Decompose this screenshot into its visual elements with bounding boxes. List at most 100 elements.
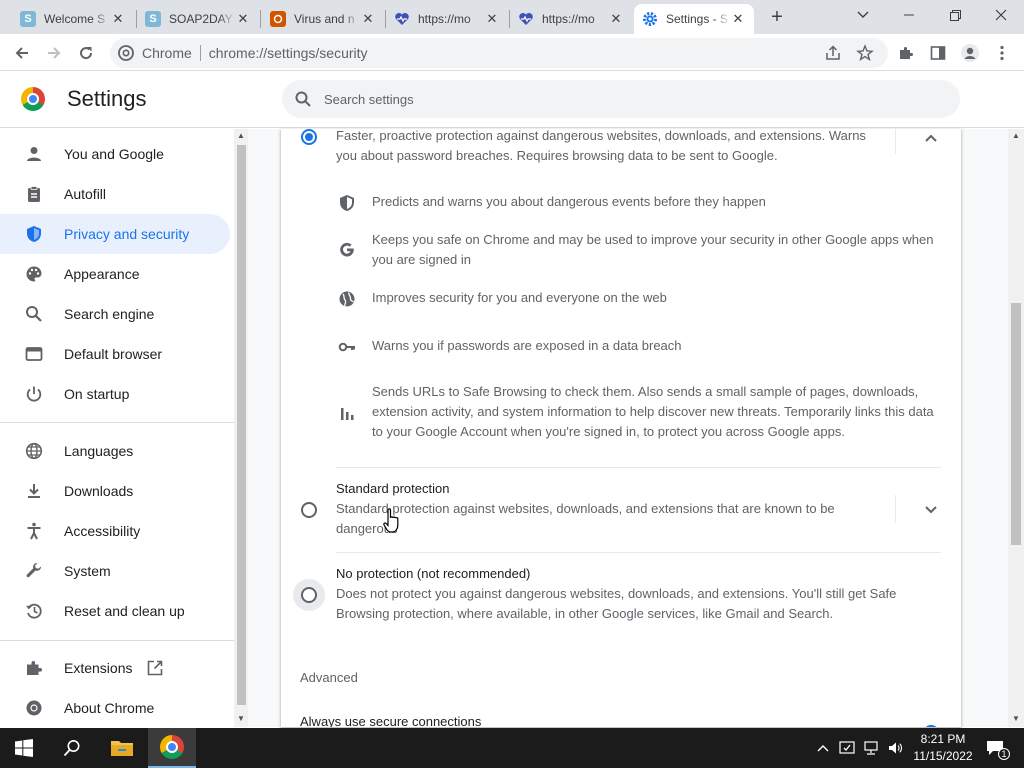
tab-favicon: S: [145, 11, 161, 27]
extensions-button[interactable]: [892, 39, 920, 67]
close-icon[interactable]: ✕: [110, 11, 126, 27]
tab-search-button[interactable]: [840, 0, 886, 30]
browser-icon: [24, 344, 44, 364]
tab-soap2day[interactable]: S SOAP2DAY ✕: [137, 4, 259, 34]
forward-button[interactable]: [40, 39, 68, 67]
chrome-icon: [160, 735, 184, 759]
arrow-right-icon: [48, 47, 61, 59]
security-tray-icon[interactable]: [836, 728, 858, 768]
no-protection-label: No protection (not recommended): [336, 566, 531, 581]
globe-icon: [337, 289, 357, 309]
tab-welcome[interactable]: S Welcome S ✕: [12, 4, 134, 34]
sidebar-item-autofill[interactable]: Autofill: [0, 174, 230, 214]
notification-center-button[interactable]: 1: [982, 728, 1010, 768]
gear-icon: [642, 11, 658, 27]
sidebar-item-label: Default browser: [64, 346, 163, 362]
taskbar-clock[interactable]: 8:21 PM 11/15/2022: [910, 731, 976, 765]
sidebar-item-system[interactable]: System: [0, 551, 230, 591]
bookmark-star-icon[interactable]: [856, 44, 874, 65]
sidebar-item-label: Reset and clean up: [64, 603, 185, 619]
close-icon[interactable]: ✕: [235, 11, 251, 27]
person-icon: [24, 144, 44, 164]
scroll-down-arrow-icon[interactable]: ▼: [1012, 714, 1020, 723]
sidebar-item-label: System: [64, 563, 111, 579]
scrollbar-thumb[interactable]: [1011, 303, 1021, 545]
close-icon[interactable]: ✕: [484, 11, 500, 27]
sidebar-scrollbar[interactable]: ▲ ▼: [234, 129, 248, 727]
notification-count-badge: 1: [998, 748, 1010, 760]
search-icon: [63, 740, 80, 757]
show-hidden-icons-button[interactable]: [812, 728, 834, 768]
sidebar-item-default-browser[interactable]: Default browser: [0, 334, 230, 374]
sidebar-item-label: Extensions: [64, 660, 133, 676]
chrome-icon: [118, 45, 134, 64]
tab-virus[interactable]: Virus and n ✕: [262, 4, 384, 34]
sidebar-item-search-engine[interactable]: Search engine: [0, 294, 230, 334]
chevron-up-icon: [925, 134, 937, 142]
back-button[interactable]: [8, 39, 36, 67]
palette-icon: [24, 264, 44, 284]
address-bar[interactable]: Chrome chrome://settings/security: [110, 38, 888, 68]
key-icon: [337, 337, 357, 357]
tab-title: Virus and n: [294, 12, 355, 26]
expand-button[interactable]: [919, 498, 943, 522]
no-protection-radio[interactable]: [301, 587, 317, 603]
sidebar-item-on-startup[interactable]: On startup: [0, 374, 230, 414]
side-panel-button[interactable]: [924, 39, 952, 67]
tab-https-2[interactable]: https://mo ✕: [510, 4, 632, 34]
sidebar-item-label: Autofill: [64, 186, 107, 202]
minimize-icon: [904, 14, 914, 16]
scrollbar-thumb[interactable]: [237, 145, 246, 705]
close-icon[interactable]: ✕: [360, 11, 376, 27]
sidebar-item-appearance[interactable]: Appearance: [0, 254, 230, 294]
standard-protection-description: Standard protection against websites, do…: [336, 501, 835, 536]
sidebar-item-reset-and-clean-up[interactable]: Reset and clean up: [0, 591, 230, 631]
scroll-down-arrow-icon[interactable]: ▼: [237, 714, 245, 723]
search-settings-box[interactable]: [282, 80, 960, 118]
tab-https-1[interactable]: https://mo ✕: [386, 4, 508, 34]
sidebar-item-languages[interactable]: Languages: [0, 431, 230, 471]
tab-settings[interactable]: Settings - S ✕: [634, 4, 754, 34]
close-icon[interactable]: ✕: [730, 11, 746, 27]
reload-button[interactable]: [72, 39, 100, 67]
start-button[interactable]: [0, 728, 48, 768]
download-icon: [24, 481, 44, 501]
file-explorer-button[interactable]: [98, 728, 146, 768]
secure-connections-toggle[interactable]: [923, 725, 939, 727]
share-icon[interactable]: [824, 44, 842, 65]
shield-icon: [337, 193, 357, 213]
profile-button[interactable]: [956, 39, 984, 67]
sidebar-item-extensions[interactable]: Extensions: [0, 648, 230, 688]
taskbar-search-button[interactable]: [48, 728, 96, 768]
restore-button[interactable]: [932, 0, 978, 30]
sidebar-item-downloads[interactable]: Downloads: [0, 471, 230, 511]
menu-button[interactable]: [988, 39, 1016, 67]
new-tab-button[interactable]: +: [766, 6, 788, 28]
sidebar-item-about-chrome[interactable]: About Chrome: [0, 688, 230, 728]
network-icon[interactable]: [860, 728, 882, 768]
sidebar-item-accessibility[interactable]: Accessibility: [0, 511, 230, 551]
arrow-left-icon: [15, 47, 28, 59]
windows-logo-icon: [15, 739, 33, 757]
standard-protection-radio[interactable]: [301, 502, 317, 518]
page-scrollbar[interactable]: ▲ ▼: [1008, 129, 1024, 727]
settings-sidebar: You and Google Autofill Privacy and secu…: [0, 129, 234, 727]
close-icon[interactable]: ✕: [608, 11, 624, 27]
scroll-up-arrow-icon[interactable]: ▲: [237, 131, 245, 140]
taskbar-chrome-button[interactable]: [148, 728, 196, 768]
enhanced-protection-radio[interactable]: [301, 129, 317, 145]
close-window-button[interactable]: [978, 0, 1024, 30]
sidebar-item-label: Privacy and security: [64, 226, 190, 242]
sidebar-item-label: You and Google: [64, 146, 164, 162]
history-icon: [24, 601, 44, 621]
collapse-button[interactable]: [919, 129, 943, 150]
search-input[interactable]: [324, 91, 904, 107]
scroll-up-arrow-icon[interactable]: ▲: [1012, 131, 1020, 140]
expand-divider: [895, 129, 896, 154]
option-divider: [336, 552, 941, 553]
minimize-button[interactable]: [886, 0, 932, 30]
sidebar-item-privacy-and-security[interactable]: Privacy and security: [0, 214, 230, 254]
volume-icon[interactable]: [884, 728, 906, 768]
secure-connections-label: Always use secure connections: [300, 714, 482, 727]
sidebar-item-you-and-google[interactable]: You and Google: [0, 134, 230, 174]
